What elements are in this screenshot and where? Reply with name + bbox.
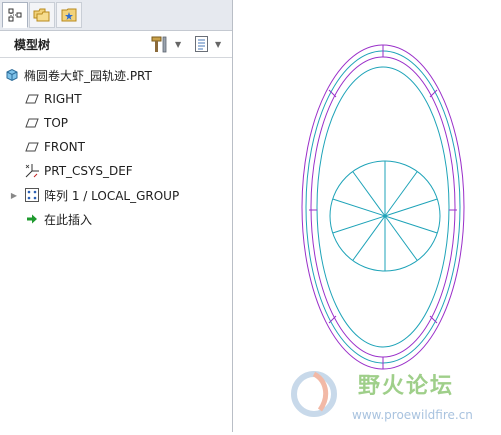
datum-plane-icon [24,91,40,107]
model-tree-tab[interactable] [2,2,28,28]
tree-item-label: FRONT [44,140,85,154]
folder-browser-tab[interactable] [29,2,55,28]
tree-item-label: 椭圆卷大虾_园轨迹.PRT [24,68,152,83]
watermark-title: 野火论坛 [358,374,455,399]
tree-item-label: 阵列 1 / LOCAL_GROUP [44,188,180,203]
pattern-icon [24,187,40,203]
chevron-down-icon[interactable]: ▼ [215,40,221,49]
expand-arrow-icon[interactable]: ▶ [8,191,20,200]
hammer-icon [151,36,167,53]
tree-settings-button[interactable]: ▼ [150,35,181,53]
tree-item-label: 在此插入 [44,212,93,227]
model-tree-panel: 模型树 ▼ ▼ 椭圆卷大虾_园轨迹.PRT RIGHT TOP FRONT PR… [0,0,233,432]
chevron-down-icon[interactable]: ▼ [175,40,181,49]
tree-item-insert-here[interactable]: 在此插入 [0,208,254,230]
model-tree-header: 模型树 ▼ ▼ [0,31,232,58]
folder-icon [33,8,50,22]
model-tree-title: 模型树 [14,38,51,52]
tree-item-label: PRT_CSYS_DEF [44,164,133,178]
tree-structure-icon [8,8,22,22]
tree-item-right[interactable]: RIGHT [0,88,254,110]
tree-item-front[interactable]: FRONT [0,136,254,158]
list-settings-icon [195,36,208,52]
favorites-tab[interactable] [56,2,82,28]
tree-item-label: RIGHT [44,92,82,106]
datum-plane-icon [24,115,40,131]
tree-item-pattern[interactable]: ▶ 阵列 1 / LOCAL_GROUP [0,184,238,206]
navigator-tab-strip [0,0,232,31]
part-icon [4,67,20,83]
coordinate-system-icon [24,163,40,179]
outer-inner-curve [310,56,456,358]
teal-curve [305,50,461,364]
teal-inner-curve [316,66,450,348]
tree-item-label: TOP [44,116,69,130]
tree-show-button[interactable]: ▼ [194,35,221,53]
tree-item-top[interactable]: TOP [0,112,254,134]
insert-here-arrow-icon [24,211,40,227]
watermark-url: www.proewildfire.cn [352,408,473,422]
tree-item-part[interactable]: 椭圆卷大虾_园轨迹.PRT [0,64,230,86]
radial-spokes [332,161,438,271]
datum-plane-icon [24,139,40,155]
proewildfire-logo-icon [291,371,337,417]
favorites-icon [61,8,77,22]
tree-item-prt-csys-def[interactable]: PRT_CSYS_DEF [0,160,254,182]
